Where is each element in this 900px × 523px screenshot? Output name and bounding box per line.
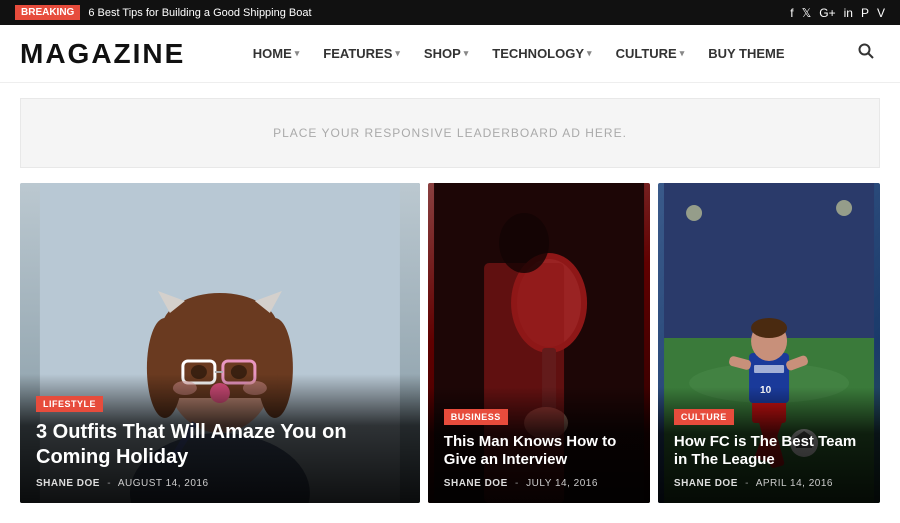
- article-overlay-1: LIFESTYLE 3 Outfits That Will Amaze You …: [20, 374, 420, 503]
- ad-banner: PLACE YOUR RESPONSIVE LEADERBOARD AD HER…: [20, 98, 880, 168]
- chevron-down-icon: ▾: [395, 48, 400, 59]
- top-bar: BREAKING 6 Best Tips for Building a Good…: [0, 0, 900, 25]
- vimeo-icon[interactable]: V: [877, 6, 885, 20]
- nav-item-shop[interactable]: SHOP ▾: [414, 40, 478, 67]
- article-meta-2: SHANE DOE - JULY 14, 2016: [444, 478, 634, 489]
- nav-label-home: HOME: [253, 46, 292, 61]
- main-nav: HOME ▾ FEATURES ▾ SHOP ▾ TECHNOLOGY ▾ CU…: [243, 40, 795, 67]
- linkedin-icon[interactable]: in: [844, 6, 853, 20]
- social-icons: f 𝕏 G+ in P V: [790, 6, 885, 20]
- article-card-1[interactable]: LIFESTYLE 3 Outfits That Will Amaze You …: [20, 183, 420, 503]
- article-date-2: JULY 14, 2016: [526, 478, 598, 489]
- article-overlay-3: CULTURE How FC is The Best Team in The L…: [658, 387, 880, 504]
- chevron-down-icon: ▾: [295, 48, 300, 59]
- article-card-2[interactable]: BUSINESS This Man Knows How to Give an I…: [428, 183, 650, 503]
- article-title-1: 3 Outfits That Will Amaze You on Coming …: [36, 420, 404, 470]
- search-button[interactable]: [852, 37, 880, 70]
- nav-item-features[interactable]: FEATURES ▾: [313, 40, 410, 67]
- nav-item-culture[interactable]: CULTURE ▾: [606, 40, 695, 67]
- article-category-3: CULTURE: [674, 409, 734, 425]
- meta-sep-2: -: [515, 478, 519, 489]
- chevron-down-icon: ▾: [587, 48, 592, 59]
- chevron-down-icon: ▾: [464, 48, 469, 59]
- article-author-1: SHANE DOE: [36, 478, 100, 489]
- nav-label-culture: CULTURE: [616, 46, 677, 61]
- ad-text: PLACE YOUR RESPONSIVE LEADERBOARD AD HER…: [273, 126, 627, 140]
- header: MAGAZINE HOME ▾ FEATURES ▾ SHOP ▾ TECHNO…: [0, 25, 900, 83]
- meta-sep-1: -: [107, 478, 111, 489]
- article-date-3: APRIL 14, 2016: [756, 478, 833, 489]
- article-author-2: SHANE DOE: [444, 478, 508, 489]
- breaking-label: BREAKING: [15, 5, 80, 20]
- site-logo[interactable]: MAGAZINE: [20, 38, 185, 70]
- meta-sep-3: -: [745, 478, 749, 489]
- articles-grid: LIFESTYLE 3 Outfits That Will Amaze You …: [0, 183, 900, 523]
- nav-label-technology: TECHNOLOGY: [492, 46, 584, 61]
- article-meta-3: SHANE DOE - APRIL 14, 2016: [674, 478, 864, 489]
- google-plus-icon[interactable]: G+: [819, 6, 835, 20]
- article-meta-1: SHANE DOE - AUGUST 14, 2016: [36, 478, 404, 489]
- breaking-headline: 6 Best Tips for Building a Good Shipping…: [88, 7, 311, 19]
- article-author-3: SHANE DOE: [674, 478, 738, 489]
- nav-label-features: FEATURES: [323, 46, 392, 61]
- article-overlay-2: BUSINESS This Man Knows How to Give an I…: [428, 387, 650, 504]
- article-title-2: This Man Knows How to Give an Interview: [444, 433, 634, 471]
- pinterest-icon[interactable]: P: [861, 6, 869, 20]
- facebook-icon[interactable]: f: [790, 6, 793, 20]
- twitter-icon[interactable]: 𝕏: [802, 6, 812, 20]
- nav-label-shop: SHOP: [424, 46, 461, 61]
- nav-label-buy-theme: BUY THEME: [708, 46, 784, 61]
- top-bar-left: BREAKING 6 Best Tips for Building a Good…: [15, 5, 312, 20]
- nav-item-home[interactable]: HOME ▾: [243, 40, 310, 67]
- article-date-1: AUGUST 14, 2016: [118, 478, 209, 489]
- chevron-down-icon: ▾: [680, 48, 685, 59]
- article-card-3[interactable]: 10 CULTURE How FC is The Best Team in Th…: [658, 183, 880, 503]
- nav-item-buy-theme[interactable]: BUY THEME: [698, 40, 794, 67]
- article-category-2: BUSINESS: [444, 409, 508, 425]
- article-title-3: How FC is The Best Team in The League: [674, 433, 864, 471]
- nav-item-technology[interactable]: TECHNOLOGY ▾: [482, 40, 601, 67]
- article-category-1: LIFESTYLE: [36, 396, 103, 412]
